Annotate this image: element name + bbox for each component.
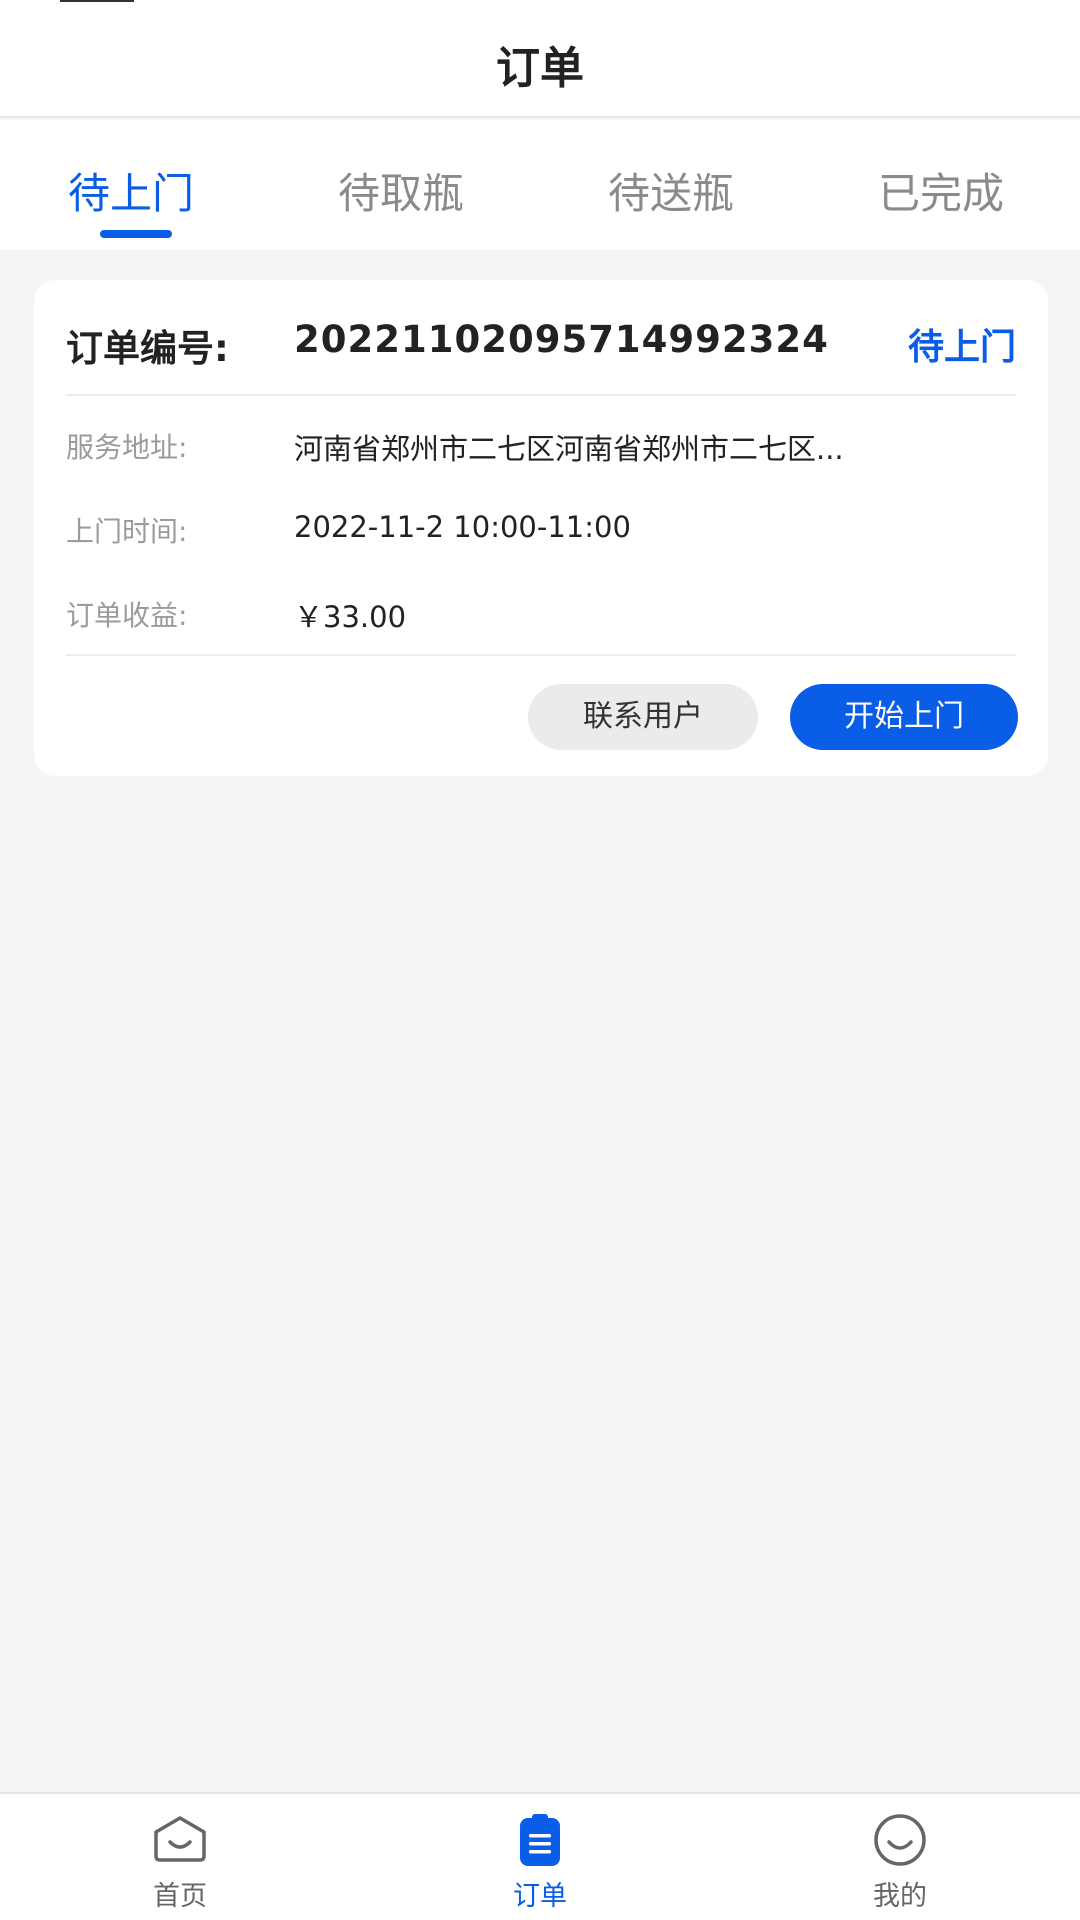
tabbar-home[interactable]: 首页 [100, 1794, 260, 1920]
start-visit-button[interactable]: 开始上门 [790, 684, 1018, 750]
visit-time-value: 2022-11-2 10:00-11:00 [294, 510, 631, 544]
divider [66, 654, 1016, 656]
tabbar-profile-label: 我的 [873, 1881, 927, 1912]
order-number: 20221102095714992324 [294, 318, 829, 361]
service-address-row: 服务地址: 河南省郑州市二七区河南省郑州市二七区... [66, 426, 1016, 470]
order-card[interactable]: 订单编号: 20221102095714992324 待上门 服务地址: 河南省… [34, 280, 1048, 776]
service-address-label: 服务地址: [66, 431, 188, 464]
order-card-header: 订单编号: 20221102095714992324 待上门 [66, 318, 1016, 378]
visit-time-row: 上门时间: 2022-11-2 10:00-11:00 [66, 510, 1016, 554]
page-title: 订单 [496, 43, 584, 94]
status-bar-fragment [60, 0, 134, 2]
home-icon [154, 1816, 206, 1862]
order-status-badge: 待上门 [907, 327, 1016, 368]
tab-pending-delivery[interactable]: 待送瓶 [608, 160, 734, 221]
top-header: 订单 [0, 0, 1080, 118]
tab-pending-pickup[interactable]: 待取瓶 [338, 160, 464, 221]
order-earnings-value: ￥33.00 [294, 600, 407, 634]
tabbar-orders[interactable]: 订单 [460, 1794, 620, 1920]
tabbar-profile[interactable]: 我的 [820, 1794, 980, 1920]
order-earnings-row: 订单收益: ￥33.00 [66, 594, 1016, 638]
tabbar-home-label: 首页 [153, 1881, 207, 1912]
profile-icon [874, 1814, 926, 1866]
tab-pending-visit[interactable]: 待上门 [68, 160, 194, 221]
divider [66, 394, 1016, 396]
tabbar-orders-label: 订单 [513, 1881, 567, 1912]
order-number-label: 订单编号: [66, 327, 229, 370]
active-tab-indicator [100, 230, 172, 238]
contact-user-button[interactable]: 联系用户 [528, 684, 758, 750]
service-address-value: 河南省郑州市二七区河南省郑州市二七区... [294, 432, 844, 466]
clipboard-icon [520, 1814, 560, 1866]
tab-completed[interactable]: 已完成 [878, 160, 1004, 221]
bottom-tab-bar: 首页 订单 我的 [0, 1792, 1080, 1920]
visit-time-label: 上门时间: [66, 515, 188, 548]
order-earnings-label: 订单收益: [66, 599, 188, 632]
